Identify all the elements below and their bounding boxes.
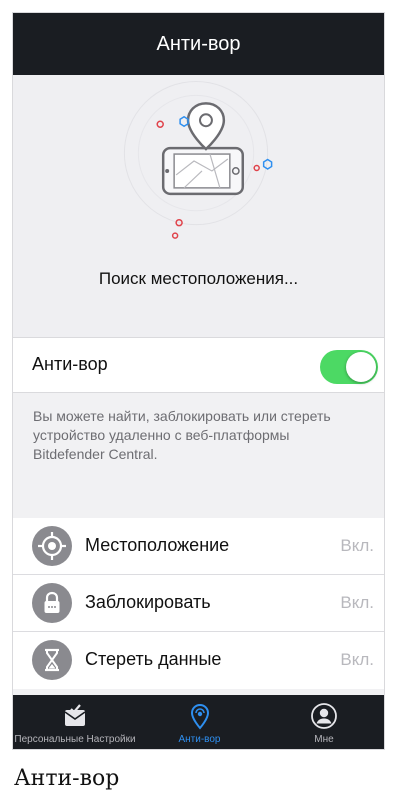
tab-label-antitheft: Анти-вор bbox=[178, 734, 221, 745]
lock-icon bbox=[32, 583, 72, 623]
antitheft-location-icon bbox=[190, 703, 209, 730]
tab-label-personal-settings: Персональные Настройки bbox=[14, 734, 136, 745]
feature-label-location: Местоположение bbox=[85, 535, 230, 555]
personal-settings-icon bbox=[64, 704, 86, 726]
feature-label-lock: Заблокировать bbox=[85, 592, 211, 612]
tab-label-me: Мне bbox=[314, 734, 334, 745]
feature-list: Местоположение Вкл. Заблокировать Вкл. С… bbox=[13, 518, 384, 689]
antitheft-toggle-row: Анти-вор bbox=[13, 337, 384, 393]
location-search-status: Поиск местоположения... bbox=[98, 269, 299, 288]
page-title: Анти-вор bbox=[156, 32, 241, 55]
feature-row-location[interactable]: Местоположение Вкл. bbox=[13, 518, 384, 575]
feature-row-wipe[interactable]: Стереть данные Вкл. bbox=[13, 632, 384, 689]
feature-state-lock: Вкл. bbox=[340, 593, 374, 612]
antitheft-toggle-switch[interactable] bbox=[320, 350, 378, 384]
user-icon bbox=[311, 703, 337, 729]
feature-state-location: Вкл. bbox=[340, 536, 374, 555]
screenshot-caption: Анти-вор bbox=[14, 766, 120, 791]
antitheft-description: Вы можете найти, заблокировать или стере… bbox=[33, 408, 331, 462]
tab-bar: Персональные Настройки Анти-вор Мне bbox=[13, 695, 384, 749]
toggle-knob bbox=[346, 352, 376, 382]
feature-state-wipe: Вкл. bbox=[340, 650, 374, 669]
target-icon bbox=[32, 526, 72, 566]
locate-panel: Поиск местоположения... bbox=[13, 75, 384, 337]
tab-me[interactable]: Мне bbox=[262, 695, 384, 749]
tab-personal-settings[interactable]: Персональные Настройки bbox=[13, 695, 137, 749]
hourglass-icon bbox=[32, 640, 72, 680]
tab-antitheft[interactable]: Анти-вор bbox=[137, 695, 262, 749]
feature-row-lock[interactable]: Заблокировать Вкл. bbox=[13, 575, 384, 632]
nav-bar: Анти-вор bbox=[13, 13, 384, 75]
feature-label-wipe: Стереть данные bbox=[85, 649, 222, 669]
antitheft-toggle-label: Анти-вор bbox=[32, 354, 108, 374]
phone-screen: Анти-вор Поиск местоположения... Анти-во… bbox=[12, 12, 385, 750]
locating-phone-illustration bbox=[123, 80, 273, 239]
